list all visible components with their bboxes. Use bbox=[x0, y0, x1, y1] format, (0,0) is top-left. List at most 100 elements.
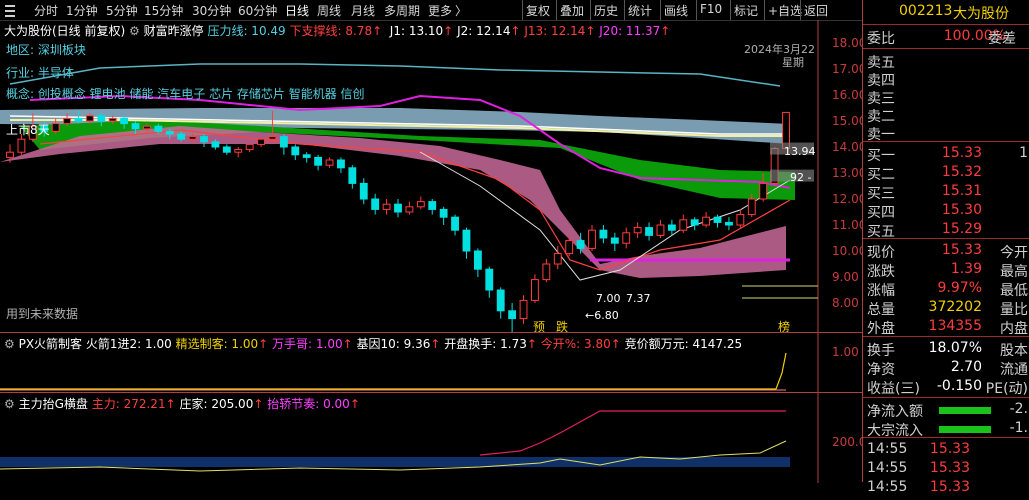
tool-button-8[interactable]: 返回 bbox=[804, 2, 828, 19]
candle-body bbox=[531, 279, 539, 301]
stat-value: 9.97% bbox=[937, 280, 982, 296]
y-tick-label: 16.00 bbox=[832, 88, 867, 102]
period-tab-3[interactable]: 15分钟 bbox=[144, 2, 183, 19]
candle-body bbox=[759, 182, 768, 200]
auction-amount-value: 竞价额万元: 4147.25 bbox=[624, 337, 743, 351]
tool-button-3[interactable]: 统计 bbox=[628, 2, 652, 19]
up-arrow-icon: ↑ bbox=[526, 337, 537, 351]
candle-body bbox=[257, 138, 265, 145]
indicator-name[interactable]: 财富昨涨停 bbox=[144, 24, 204, 38]
up-arrow-icon: ↑ bbox=[349, 397, 360, 411]
candle-body bbox=[622, 232, 631, 244]
period-tab-10[interactable]: 更多 bbox=[428, 2, 452, 19]
listing-days-label: 上市8天 bbox=[6, 123, 50, 137]
tool-button-5[interactable]: F10 bbox=[700, 2, 722, 16]
panel2-title[interactable]: PX火箭制客 bbox=[19, 337, 82, 351]
candle-body bbox=[177, 133, 186, 140]
candle-body bbox=[428, 201, 437, 210]
indicator-panel-3[interactable]: ⚙ 主力抬G横盘 主力: 272.21↑ 庄家: 205.00↑ 抬轿节奏: 0… bbox=[0, 392, 867, 483]
period-toolbar: 分时 1分钟 5分钟 15分钟 30分钟 60分钟 日线 周线 月线 多周期 更多〉 复权 叠加 历史 统计… bbox=[0, 0, 862, 21]
candle-body bbox=[599, 229, 608, 239]
flow-value: -1. bbox=[1009, 420, 1028, 436]
candle-body bbox=[713, 216, 722, 223]
buy-volume: 1 bbox=[1019, 145, 1028, 161]
price-marker-1: 13.94 bbox=[784, 145, 816, 158]
weibi-row: 委比 100.00% 委差 bbox=[863, 26, 1029, 49]
stat-label: 外盘 bbox=[867, 321, 895, 337]
panel2-y-label: 1.00 bbox=[832, 345, 859, 359]
tool-button-2[interactable]: 历史 bbox=[594, 2, 618, 19]
y-tick-label: 8.00 bbox=[832, 296, 859, 310]
candle-body bbox=[610, 237, 619, 244]
flow-bar bbox=[939, 426, 991, 433]
candle-body bbox=[473, 250, 482, 270]
price-label-2: 7.00 bbox=[596, 292, 621, 305]
tick-time: 14:55 bbox=[867, 479, 908, 495]
candle-body bbox=[462, 229, 471, 252]
pink-band bbox=[0, 126, 786, 278]
stat-value: 15.33 bbox=[941, 242, 982, 258]
y-tick-label: 13.00 bbox=[832, 166, 867, 180]
j20-value: J20: 11.37 bbox=[599, 24, 661, 38]
more-arrow-icon[interactable]: 〉 bbox=[455, 2, 467, 19]
up-arrow-icon: ↑ bbox=[585, 24, 596, 38]
tool-button-7[interactable]: +自选 bbox=[768, 2, 802, 19]
period-tab-8[interactable]: 月线 bbox=[351, 2, 375, 19]
kline-chart[interactable]: 大为股份(日线 前复权) ⚙ 财富昨涨停 压力线: 10.49 下支撑线: 8.… bbox=[0, 20, 867, 334]
settings-icon[interactable]: ⚙ bbox=[4, 397, 15, 411]
main-force-value: 主力: 272.21 bbox=[91, 397, 166, 411]
candle-body bbox=[234, 149, 243, 153]
up-arrow-icon: ↑ bbox=[510, 24, 521, 38]
indicator-panel-2[interactable]: ⚙ PX火箭制客 火箭1进2: 1.00 精选制客: 1.00↑ 万手哥: 1.… bbox=[0, 332, 862, 393]
up-arrow-icon: ↑ bbox=[430, 337, 441, 351]
period-tab-7[interactable]: 周线 bbox=[317, 2, 341, 19]
region-label: 地区: 深圳板块 bbox=[6, 43, 86, 57]
candle-body bbox=[337, 159, 345, 169]
flow-value: -2. bbox=[1009, 401, 1028, 417]
menu-icon[interactable] bbox=[5, 2, 15, 20]
wanshou-value: 万手哥: 1.00 bbox=[272, 337, 343, 351]
candle-body bbox=[542, 263, 551, 281]
tool-button-0[interactable]: 复权 bbox=[526, 2, 550, 19]
y-tick-label: 11.00 bbox=[832, 218, 867, 232]
upper-cyan-line bbox=[9, 63, 781, 87]
candle-body bbox=[200, 136, 208, 143]
tool-button-1[interactable]: 叠加 bbox=[560, 2, 584, 19]
panel3-title[interactable]: 主力抬G横盘 bbox=[19, 397, 88, 411]
period-tab-6[interactable]: 日线 bbox=[285, 2, 309, 19]
period-tab-5[interactable]: 60分钟 bbox=[238, 2, 277, 19]
candle-body bbox=[211, 141, 220, 148]
panel3-y-label: 200.0 bbox=[832, 435, 867, 449]
candle-body bbox=[747, 198, 756, 216]
candle-body bbox=[679, 219, 688, 231]
candle-body bbox=[416, 201, 425, 208]
period-tab-0[interactable]: 分时 bbox=[34, 2, 58, 19]
price-label-1: 7.37 bbox=[626, 292, 651, 305]
y-tick-label: 18.00 bbox=[832, 36, 867, 50]
tool-button-6[interactable]: 标记 bbox=[734, 2, 758, 19]
candle-body bbox=[17, 138, 26, 153]
candle-body bbox=[576, 240, 585, 249]
stat-value: 1.39 bbox=[950, 261, 982, 277]
settings-icon[interactable]: ⚙ bbox=[4, 337, 15, 351]
period-tab-4[interactable]: 30分钟 bbox=[192, 2, 231, 19]
future-data-notice: 用到未来数据 bbox=[6, 307, 79, 321]
fundamental-value: -0.150 bbox=[936, 378, 982, 394]
period-tab-9[interactable]: 多周期 bbox=[384, 2, 420, 19]
candle-body bbox=[131, 123, 140, 130]
candle-body bbox=[97, 115, 106, 122]
tool-button-4[interactable]: 画线 bbox=[664, 2, 688, 19]
weibi-label: 委比 bbox=[867, 31, 895, 47]
period-tab-1[interactable]: 1分钟 bbox=[66, 2, 98, 19]
weicha-label: 委差 bbox=[988, 31, 1016, 47]
fundamental-row: 收益(三) -0.150 PE(动) bbox=[863, 376, 1029, 399]
candle-body bbox=[439, 208, 448, 218]
up-arrow-icon: ↑ bbox=[443, 24, 454, 38]
flow-bar bbox=[939, 407, 991, 414]
kline-svg bbox=[0, 20, 819, 332]
candle-body bbox=[405, 206, 414, 213]
period-tab-2[interactable]: 5分钟 bbox=[106, 2, 138, 19]
settings-icon[interactable]: ⚙ bbox=[129, 24, 140, 38]
candle-body bbox=[325, 159, 334, 166]
candle-body bbox=[633, 227, 642, 234]
